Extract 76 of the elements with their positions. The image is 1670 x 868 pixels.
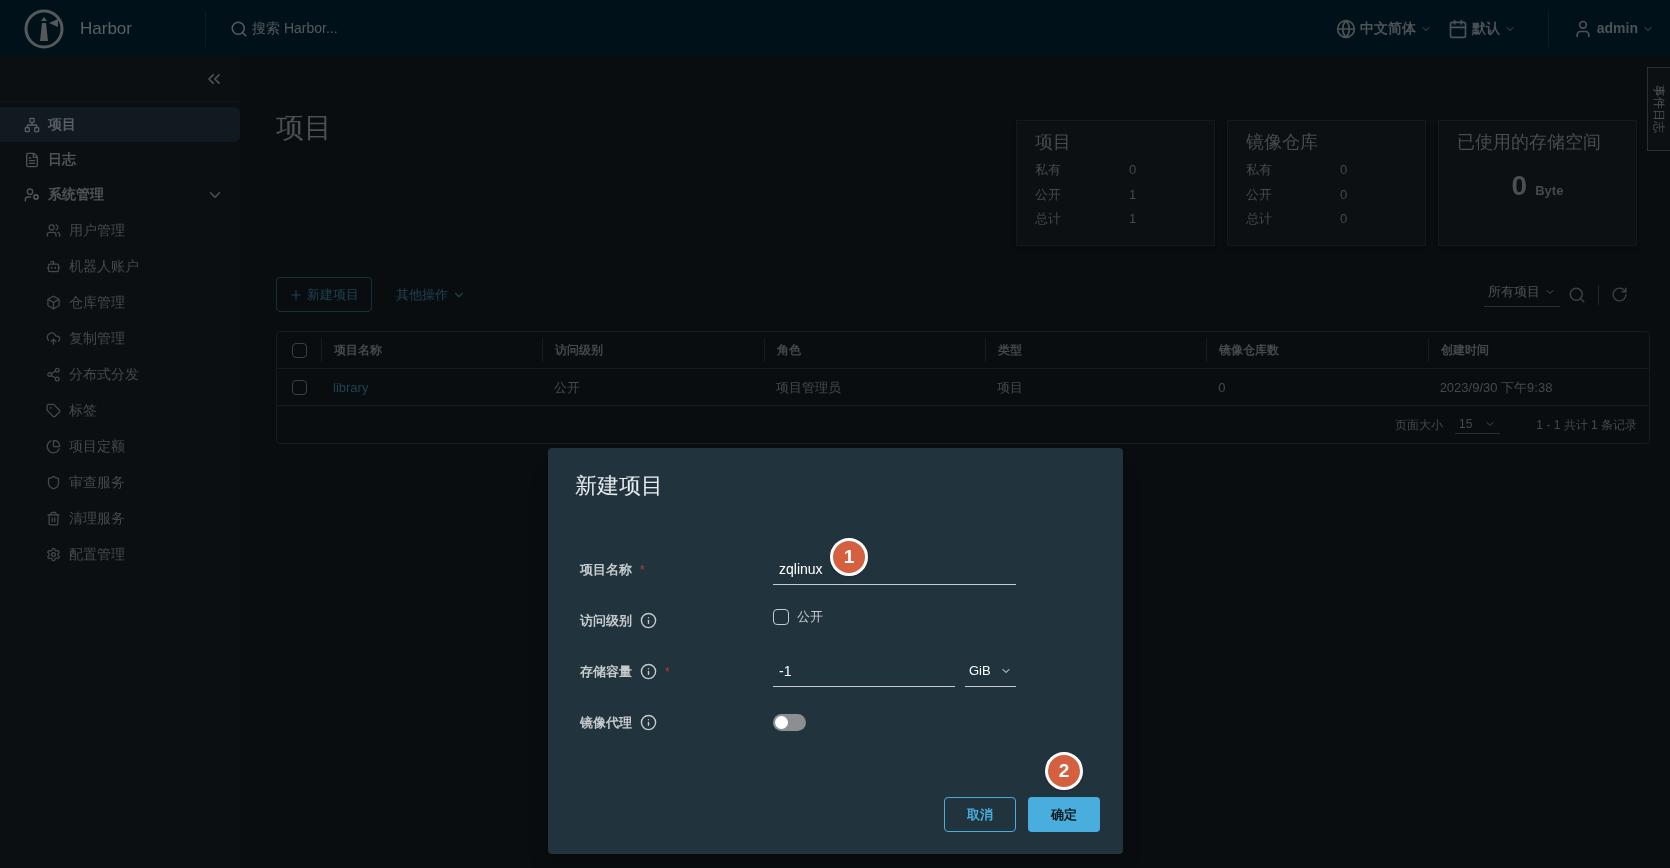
info-icon[interactable]: [640, 714, 657, 731]
sidebar-item[interactable]: 日志: [0, 142, 240, 177]
info-icon[interactable]: [640, 612, 657, 629]
table-cell: 0: [1218, 380, 1226, 395]
user-menu[interactable]: admin: [1572, 18, 1654, 39]
record-summary: 1 - 1 共计 1 条记录: [1536, 416, 1637, 434]
column-header: 项目名称: [334, 342, 382, 359]
storage-value: 0: [1511, 172, 1528, 200]
share-icon: [46, 366, 61, 382]
pie-chart-icon: [46, 438, 61, 454]
project-filter-dropdown[interactable]: 所有项目: [1484, 282, 1560, 307]
more-actions-dropdown[interactable]: 其他操作: [396, 284, 466, 305]
column-header: 镜像仓库数: [1219, 342, 1280, 359]
field-label: 访问级别: [580, 611, 632, 630]
table-cell: 项目: [997, 380, 1023, 395]
search-icon[interactable]: [1568, 285, 1586, 304]
search-icon: [230, 19, 248, 38]
storage-unit: Byte: [1535, 181, 1564, 200]
tag-icon: [46, 402, 61, 418]
brand-name: Harbor: [80, 17, 132, 40]
unit-dropdown[interactable]: GiB: [965, 656, 1016, 687]
stat-value: 1: [1129, 210, 1137, 228]
document-icon: [24, 151, 40, 168]
field-label: 项目名称: [580, 560, 632, 579]
page-size-label: 页面大小: [1394, 416, 1443, 434]
column-header: 创建时间: [1440, 342, 1489, 359]
table-cell: 2023/9/30 下午9:38: [1439, 380, 1553, 395]
shield-icon: [46, 474, 61, 490]
lighthouse-logo-icon: [24, 8, 64, 49]
user-gear-icon: [24, 186, 40, 203]
column-header: 角色: [776, 342, 801, 359]
card-title: 镜像仓库: [1246, 131, 1319, 154]
card-title: 项目: [1035, 131, 1072, 154]
event-log-tab[interactable]: 事件日志: [1647, 67, 1670, 151]
card-title: 已使用的存储空间: [1457, 131, 1602, 154]
required-asterisk: *: [640, 561, 645, 579]
project-link[interactable]: library: [333, 380, 369, 395]
network-icon: [24, 116, 40, 133]
cloud-icon: [46, 330, 61, 346]
dialog-title: 新建项目: [575, 472, 664, 500]
stat-label: 私有: [1035, 161, 1062, 179]
refresh-icon[interactable]: [1611, 286, 1628, 303]
plus-icon: [289, 287, 303, 302]
field-label: 存储容量: [580, 662, 632, 681]
sidebar-item[interactable]: 系统管理: [0, 177, 240, 212]
info-icon[interactable]: [640, 663, 657, 680]
confirm-button[interactable]: 确定: [1028, 797, 1100, 832]
proxy-cache-toggle[interactable]: [773, 714, 806, 731]
select-all-checkbox[interactable]: [291, 342, 307, 358]
calendar-icon: [1447, 18, 1468, 39]
cancel-button[interactable]: 取消: [944, 797, 1016, 832]
globe-icon: [1335, 18, 1356, 39]
trash-icon: [46, 510, 61, 526]
public-checkbox[interactable]: [773, 608, 789, 625]
sidebar-item[interactable]: 项目定额: [0, 428, 240, 464]
checkbox-label: 公开: [797, 607, 823, 626]
cube-icon: [46, 294, 61, 310]
page-size-dropdown[interactable]: 15: [1454, 415, 1501, 434]
gear-icon: [46, 546, 61, 562]
search-field[interactable]: 搜索 Harbor...: [252, 18, 492, 39]
column-header: 类型: [998, 342, 1022, 359]
users-icon: [46, 222, 61, 238]
language-dropdown[interactable]: 中文简体: [1335, 18, 1432, 39]
stat-label: 私有: [1246, 161, 1273, 179]
column-header: 访问级别: [555, 342, 604, 359]
robot-icon: [46, 258, 61, 274]
theme-dropdown[interactable]: 默认: [1447, 18, 1516, 39]
required-asterisk: *: [665, 663, 670, 681]
page-title: 项目: [276, 111, 332, 145]
storage-quota-field[interactable]: -1: [773, 656, 955, 687]
row-checkbox[interactable]: [291, 379, 307, 395]
sidebar-item[interactable]: 项目: [0, 107, 240, 142]
field-label: 镜像代理: [580, 713, 632, 732]
new-project-button[interactable]: 新建项目: [276, 277, 372, 312]
table-cell: 公开: [554, 380, 581, 395]
stat-value: 1: [1129, 185, 1137, 204]
